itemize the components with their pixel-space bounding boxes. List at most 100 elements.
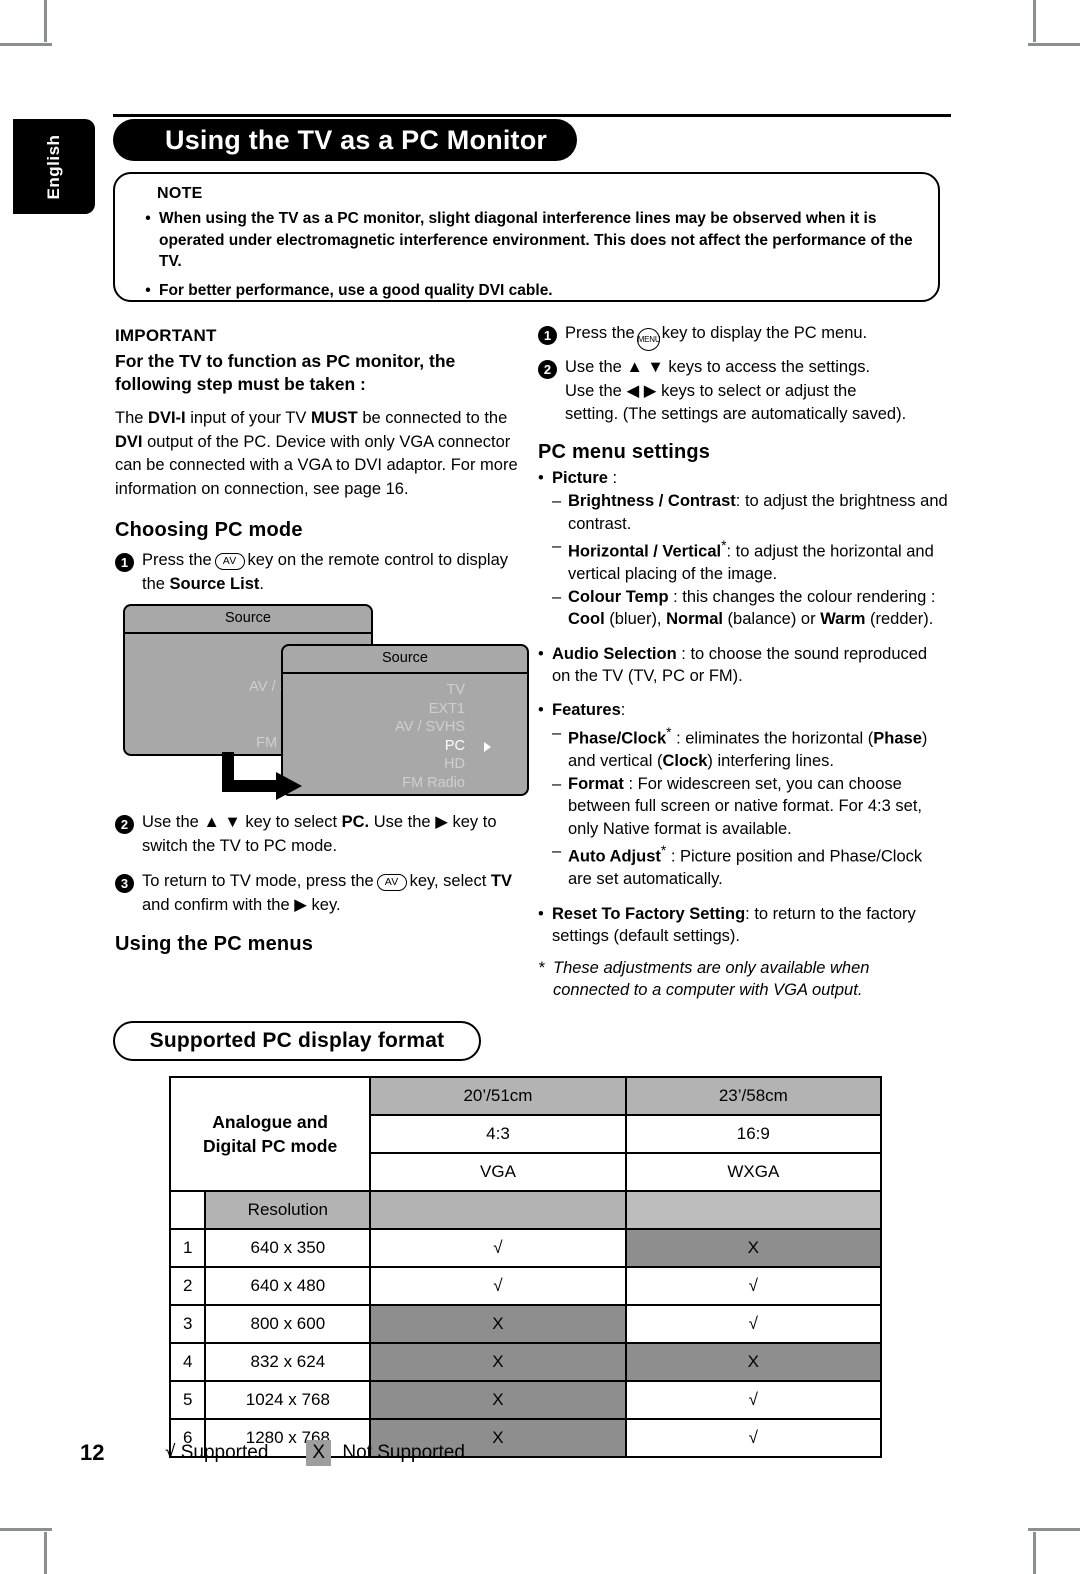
step-text-b: keys to access the settings. — [668, 358, 871, 376]
audio-selection-list: • Audio Selection : to choose the sound … — [538, 643, 950, 688]
source-item-fm-radio[interactable]: FM Radio — [283, 774, 527, 793]
row-resolution: 640 x 350 — [204, 1228, 372, 1268]
arrow-right-icon: ▶ — [294, 895, 307, 914]
table-row: 4 832 x 624 X X — [168, 1342, 883, 1382]
footnote-text: These adjustments are only available whe… — [553, 958, 870, 1000]
left-column: IMPORTANT For the TV to function as PC m… — [115, 326, 529, 963]
row-resolution: 1024 x 768 — [204, 1380, 372, 1420]
source-item-ext1[interactable]: EXT1 — [283, 700, 527, 719]
arrow-up-icon: ▲ — [626, 358, 643, 376]
step-text-line-2: Use the ◀ ▶ keys to select or adjust the — [565, 380, 950, 404]
setting-audio-selection: • Audio Selection : to choose the sound … — [538, 643, 950, 688]
arrow-up-icon: ▲ — [203, 813, 220, 831]
arrow-down-icon: ▼ — [647, 358, 664, 376]
source-item-tv[interactable]: TV — [283, 681, 527, 700]
step-text-b: key to display the PC menu. — [661, 324, 868, 342]
menu-key-icon: MENU — [636, 328, 661, 351]
row-support-vga: √ — [369, 1228, 627, 1268]
table-header-size-2: 23’/58cm — [624, 1076, 883, 1116]
chevron-right-icon — [484, 741, 491, 752]
dash-glyph: – — [552, 842, 562, 860]
setting-label-suffix: : — [620, 700, 626, 719]
dash-glyph: – — [552, 587, 562, 606]
sub-colour-temp: – Colour Temp : this changes the colour … — [552, 586, 950, 631]
step-text-a: Press the — [565, 324, 635, 342]
table-row: 1 640 x 350 √ X — [168, 1228, 883, 1268]
note-item: • When using the TV as a PC monitor, sli… — [137, 208, 928, 273]
note-item-text: For better performance, use a good quali… — [159, 281, 553, 299]
source-item-av-svhs[interactable]: AV / SVHS — [283, 718, 527, 737]
language-tab-label: English — [44, 134, 63, 199]
table-cell-ratio-2: 16:9 — [624, 1114, 883, 1154]
legend-x-icon: X — [306, 1440, 332, 1466]
step-text: Press the AV key on the remote control to … — [142, 549, 525, 596]
flow-arrow-icon — [222, 752, 302, 800]
note-list: • When using the TV as a PC monitor, sli… — [137, 208, 928, 308]
row-support-wxga: √ — [624, 1266, 883, 1306]
important-heading: IMPORTANT — [115, 326, 217, 345]
step-number-badge: 3 — [115, 874, 134, 893]
step-text-line-3: setting. (The settings are automatically… — [565, 405, 907, 423]
row-support-wxga: √ — [624, 1418, 883, 1458]
step-2: 2 Use the ▲ ▼ key to select PC. Use the … — [115, 811, 525, 858]
source-item-label: FM Radio — [402, 774, 465, 791]
step-number: 1 — [115, 549, 142, 596]
setting-label-bold: Features — [552, 700, 621, 719]
setting-label-bold: Audio Selection — [552, 644, 677, 663]
step-number-badge: 2 — [115, 815, 134, 834]
table-cell-mode-2: WXGA — [624, 1152, 883, 1192]
sub-text-3: ) interfering lines. — [707, 752, 834, 770]
important-body-bold-2: MUST — [310, 409, 358, 427]
bullet-glyph: • — [538, 904, 544, 923]
important-body-part-1: The — [115, 409, 149, 427]
table-header-resolution: Resolution — [204, 1190, 372, 1230]
sub-text-4: (redder). — [865, 610, 934, 628]
sub-label: Format — [568, 774, 624, 793]
sub-horizontal-vertical: – Horizontal / Vertical*: to adjust the … — [552, 535, 950, 586]
row-support-vga: X — [369, 1342, 627, 1382]
source-item-pc[interactable]: PC — [283, 737, 527, 756]
crop-mark-bottom-right-h — [1028, 1528, 1080, 1531]
bullet-glyph: • — [538, 468, 544, 487]
setting-features: • Features: — [538, 699, 950, 722]
sub-format: – Format : For widescreen set, you can c… — [552, 773, 950, 841]
source-item-hd[interactable]: HD — [283, 755, 527, 774]
row-index: 5 — [168, 1380, 207, 1420]
row-resolution: 832 x 624 — [204, 1342, 372, 1382]
source-menu-items: TV EXT1 AV / SVHS PC HD FM Radio — [283, 674, 527, 800]
row-support-vga: √ — [369, 1266, 627, 1306]
row-support-vga: X — [369, 1380, 627, 1420]
sub-brightness-contrast: – Brightness / Contrast: to adjust the b… — [552, 490, 950, 535]
row-index: 2 — [168, 1266, 207, 1306]
table-row: 2 640 x 480 √ √ — [168, 1266, 883, 1306]
dash-glyph: – — [552, 724, 562, 742]
important-body-part-2: input of your TV — [185, 409, 311, 427]
arrow-right-icon: ▶ — [435, 813, 448, 831]
bullet-glyph: • — [145, 281, 151, 299]
source-item-label: TV — [446, 682, 465, 698]
table-row-label: Analogue and Digital PC mode — [168, 1076, 372, 1192]
manual-page: English Using the TV as a PC Monitor NOT… — [0, 0, 1080, 1574]
step-text-line-1: Use the ▲ ▼ keys to access the settings. — [565, 356, 950, 380]
source-menu-second: Source TV EXT1 AV / SVHS PC HD FM Radio — [281, 644, 529, 796]
step-3: 3 To return to TV mode, press the AV key, … — [115, 870, 525, 917]
sub-bold-clock: Clock — [662, 752, 708, 770]
table-row-label-line-2: Digital PC mode — [203, 1136, 338, 1156]
table-row-resolution-header: Resolution — [168, 1190, 883, 1230]
source-menu-caption: Source — [125, 606, 371, 634]
step-text: To return to TV mode, press the AV key, se… — [142, 870, 525, 917]
language-tab: English — [13, 119, 95, 214]
crop-mark-top-right-v — [1033, 0, 1036, 42]
footnote: * These adjustments are only available w… — [538, 957, 950, 1002]
step-text-a: To return to TV mode, press the — [142, 872, 374, 890]
legend-tick-label: Supported — [180, 1442, 269, 1463]
row-support-vga: X — [369, 1304, 627, 1344]
setting-label: Picture : — [552, 467, 950, 490]
dash-glyph: – — [552, 492, 562, 510]
step-text-a: Press the — [142, 551, 212, 569]
sub-label: Auto Adjust — [568, 847, 661, 866]
row-resolution: 640 x 480 — [204, 1266, 372, 1306]
pc-menu-step-1: 1 Press the MENUkey to display the PC men… — [538, 322, 950, 351]
table-cell-ratio-1: 4:3 — [369, 1114, 627, 1154]
step-text: Press the MENUkey to display the PC menu. — [565, 322, 950, 351]
